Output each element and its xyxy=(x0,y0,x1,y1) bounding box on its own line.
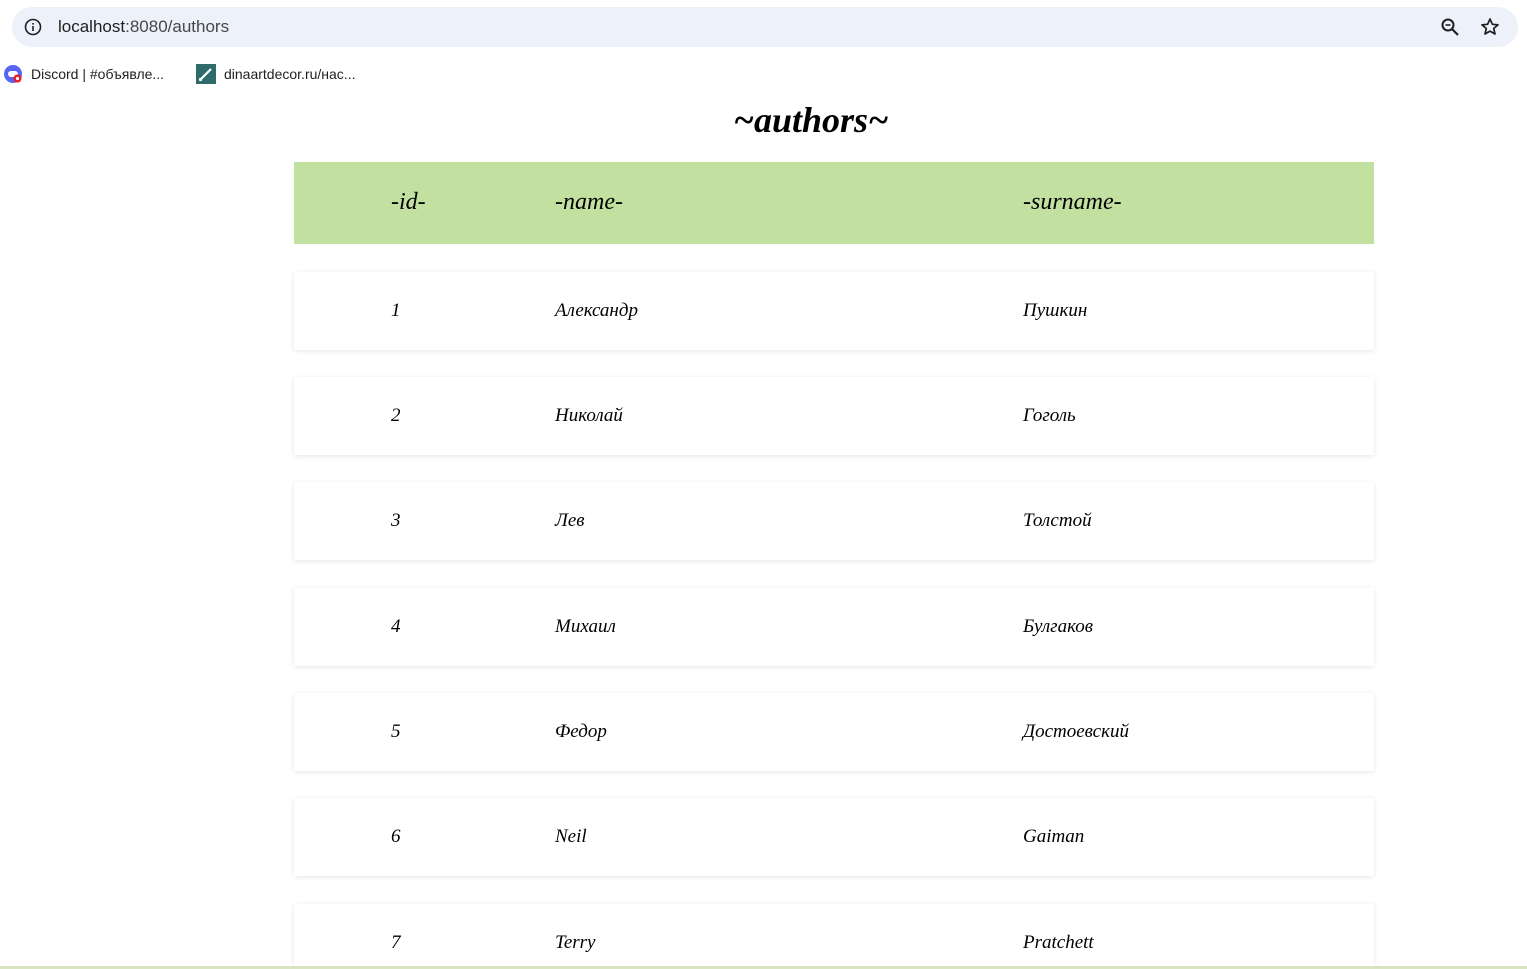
table-row: 1 Александр Пушкин xyxy=(294,272,1374,350)
url-host: localhost xyxy=(58,17,126,36)
table-row: 5 Федор Достоевский xyxy=(294,693,1374,771)
header-id: -id- xyxy=(391,189,426,215)
url-path: :8080/authors xyxy=(125,17,230,36)
cell-surname: Gaiman xyxy=(1023,826,1085,847)
star-icon[interactable] xyxy=(1480,17,1500,37)
bookmarks-bar: Discord | #объявле... dinaartdecor.ru/на… xyxy=(0,60,1527,88)
cell-surname: Гоголь xyxy=(1023,405,1076,426)
discord-icon xyxy=(4,65,22,83)
cell-id: 5 xyxy=(391,721,401,742)
cell-surname: Pratchett xyxy=(1023,932,1094,953)
zoom-icon[interactable] xyxy=(1440,17,1460,37)
table-row: 6 Neil Gaiman xyxy=(294,798,1374,876)
cell-id: 2 xyxy=(391,405,401,426)
page-title: ~authors~ xyxy=(733,100,889,140)
cell-name: Александр xyxy=(555,300,638,321)
cell-name: Федор xyxy=(555,721,607,742)
cell-name: Николай xyxy=(555,405,623,426)
cell-surname: Толстой xyxy=(1023,510,1092,531)
header-name: -name- xyxy=(555,189,623,215)
brush-icon xyxy=(196,64,216,84)
cell-name: Neil xyxy=(555,826,587,847)
cell-surname: Пушкин xyxy=(1023,300,1088,321)
bookmark-discord[interactable]: Discord | #объявле... xyxy=(3,63,164,85)
cell-id: 4 xyxy=(391,616,401,637)
url-text[interactable]: localhost:8080/authors xyxy=(58,17,229,37)
cell-name: Михаил xyxy=(555,616,616,637)
table-row: 7 Terry Pratchett xyxy=(294,904,1374,966)
bookmark-dinaartdecor[interactable]: dinaartdecor.ru/нас... xyxy=(196,63,355,85)
cell-surname: Булгаков xyxy=(1023,616,1094,637)
cell-id: 7 xyxy=(391,932,401,953)
table-row: 2 Николай Гоголь xyxy=(294,377,1374,455)
bookmark-label: Discord | #объявле... xyxy=(31,66,165,82)
cell-name: Terry xyxy=(555,932,596,953)
bookmark-label: dinaartdecor.ru/нас... xyxy=(224,66,356,82)
table-row: 4 Михаил Булгаков xyxy=(294,588,1374,666)
address-bar[interactable]: localhost:8080/authors xyxy=(12,7,1518,47)
header-surname: -surname- xyxy=(1023,189,1122,215)
cell-surname: Достоевский xyxy=(1023,721,1129,742)
info-icon[interactable] xyxy=(24,18,42,36)
table-row: 3 Лев Толстой xyxy=(294,482,1374,560)
cell-id: 3 xyxy=(391,510,401,531)
cell-id: 6 xyxy=(391,826,401,847)
cell-name: Лев xyxy=(555,510,585,531)
table-header: -id- -name- -surname- xyxy=(294,162,1374,244)
cell-id: 1 xyxy=(391,300,401,321)
